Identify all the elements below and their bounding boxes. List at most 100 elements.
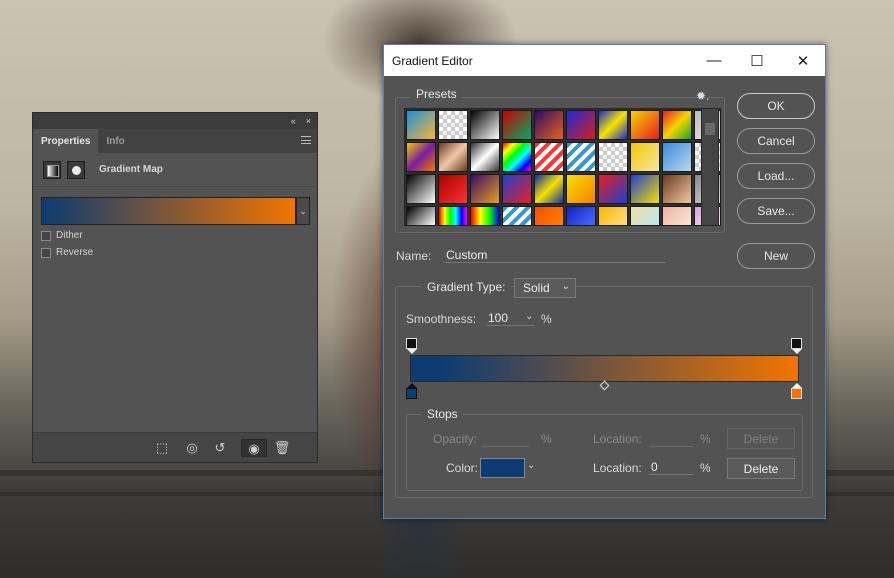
name-label: Name: — [396, 249, 432, 263]
presets-scrollbar[interactable] — [701, 108, 719, 226]
close-panel-icon[interactable]: × — [306, 116, 311, 126]
ok-button[interactable]: OK — [737, 93, 815, 119]
collapse-icon[interactable]: « — [291, 116, 296, 126]
delete-color-stop-button[interactable]: Delete — [727, 458, 795, 479]
view-previous-state-icon[interactable]: ◎ — [183, 439, 201, 457]
opacity-stop-right[interactable] — [791, 338, 802, 349]
tab-properties[interactable]: Properties — [33, 129, 99, 153]
gradient-editor-dialog: Gradient Editor — ☐ ✕ Presets ✹. OK Canc… — [383, 44, 826, 519]
preset-swatch[interactable] — [566, 142, 596, 172]
gradient-map-adjustment-icon[interactable] — [43, 160, 61, 179]
preset-swatch[interactable] — [534, 142, 564, 172]
delete-opacity-stop-button[interactable]: Delete — [727, 428, 795, 449]
gradient-preview-bar[interactable] — [410, 355, 799, 382]
preset-swatch[interactable] — [406, 110, 436, 140]
clip-to-layer-icon[interactable]: ⬚ — [153, 439, 171, 457]
color-dropdown-icon[interactable]: ⌄ — [527, 460, 535, 471]
presets-grid — [404, 108, 721, 226]
opacity-stop-pointer — [792, 349, 802, 354]
preset-swatch[interactable] — [438, 206, 468, 226]
scrollbar-thumb[interactable] — [705, 123, 715, 135]
preset-swatch[interactable] — [630, 174, 660, 204]
tab-info[interactable]: Info — [98, 129, 132, 153]
preset-swatch[interactable] — [470, 206, 500, 226]
preset-swatch[interactable] — [406, 174, 436, 204]
dialog-title: Gradient Editor — [392, 53, 473, 68]
maximize-icon[interactable]: ☐ — [734, 45, 780, 76]
preset-swatch[interactable] — [598, 206, 628, 226]
preset-swatch[interactable] — [598, 174, 628, 204]
preset-swatch[interactable] — [662, 174, 692, 204]
preset-swatch[interactable] — [534, 110, 564, 140]
preset-swatch[interactable] — [566, 110, 596, 140]
chevron-down-icon: ⌄ — [561, 281, 570, 292]
save-button[interactable]: Save... — [737, 198, 815, 224]
new-button[interactable]: New — [737, 243, 815, 269]
preset-swatch[interactable] — [470, 174, 500, 204]
layer-mask-icon[interactable] — [67, 160, 85, 179]
load-button[interactable]: Load... — [737, 163, 815, 189]
preset-swatch[interactable] — [598, 142, 628, 172]
gradient-type-value: Solid — [523, 281, 550, 295]
preset-swatch[interactable] — [566, 174, 596, 204]
name-field[interactable]: Custom — [444, 248, 666, 263]
preset-swatch[interactable] — [534, 206, 564, 226]
preset-swatch[interactable] — [662, 206, 692, 226]
preset-swatch[interactable] — [630, 142, 660, 172]
chevron-down-icon: ⌄ — [299, 205, 307, 216]
location-input-color[interactable]: 0 — [649, 460, 693, 475]
minimize-icon[interactable]: — — [691, 45, 737, 76]
preset-swatch[interactable] — [438, 142, 468, 172]
color-stop-right[interactable] — [791, 388, 802, 399]
panel-tabs: Properties Info — [33, 129, 317, 153]
adjustment-title: Gradient Map — [99, 164, 163, 175]
opacity-unit: % — [541, 432, 552, 446]
preset-swatch[interactable] — [534, 174, 564, 204]
preset-swatch[interactable] — [502, 206, 532, 226]
dither-checkbox[interactable] — [41, 230, 51, 241]
preset-swatch[interactable] — [598, 110, 628, 140]
preset-swatch[interactable] — [438, 110, 468, 140]
close-icon[interactable]: ✕ — [780, 45, 826, 76]
preset-swatch[interactable] — [630, 110, 660, 140]
preset-swatch[interactable] — [662, 142, 692, 172]
panel-menu-icon[interactable] — [301, 136, 311, 144]
preset-swatch[interactable] — [502, 110, 532, 140]
preset-swatch[interactable] — [566, 206, 596, 226]
trash-icon[interactable]: 🗑 — [273, 439, 291, 457]
preset-swatch[interactable] — [502, 174, 532, 204]
smoothness-unit: % — [541, 312, 552, 326]
gradient-picker-dropdown[interactable]: ⌄ — [296, 197, 310, 225]
opacity-label: Opacity: — [433, 432, 478, 446]
preset-swatch[interactable] — [406, 206, 436, 226]
preset-swatch[interactable] — [438, 174, 468, 204]
preset-swatch[interactable] — [406, 142, 436, 172]
preset-swatch[interactable] — [470, 110, 500, 140]
panel-titlebar: « × — [33, 113, 317, 129]
opacity-input[interactable] — [481, 431, 529, 447]
color-stop-left[interactable] — [406, 388, 417, 399]
stop-color-swatch[interactable] — [480, 458, 525, 478]
reverse-label: Reverse — [56, 247, 94, 258]
adjustment-header: Gradient Map — [33, 153, 317, 187]
cancel-button[interactable]: Cancel — [737, 128, 815, 154]
smoothness-dropdown-icon[interactable]: ⌄ — [525, 311, 533, 322]
presets-settings-gear-icon[interactable]: ✹. — [696, 89, 709, 103]
reset-icon[interactable]: ↺ — [211, 439, 229, 457]
preset-swatch[interactable] — [630, 206, 660, 226]
visibility-eye-icon[interactable]: ◉ — [241, 439, 267, 457]
preset-swatch[interactable] — [662, 110, 692, 140]
dither-option[interactable]: Dither — [41, 230, 83, 241]
preset-swatch[interactable] — [502, 142, 532, 172]
gradient-map-preview[interactable] — [41, 197, 296, 225]
location-label-opacity: Location: — [593, 432, 642, 446]
opacity-stop-left[interactable] — [406, 338, 417, 349]
properties-panel: « × Properties Info Gradient Map ⌄ Dithe… — [32, 112, 318, 463]
location-input-opacity[interactable] — [649, 431, 693, 447]
presets-label: Presets — [411, 87, 462, 101]
reverse-option[interactable]: Reverse — [41, 247, 93, 258]
reverse-checkbox[interactable] — [41, 247, 51, 258]
gradient-type-select[interactable]: Solid ⌄ — [514, 278, 576, 298]
preset-swatch[interactable] — [470, 142, 500, 172]
location-unit-color: % — [700, 461, 711, 475]
